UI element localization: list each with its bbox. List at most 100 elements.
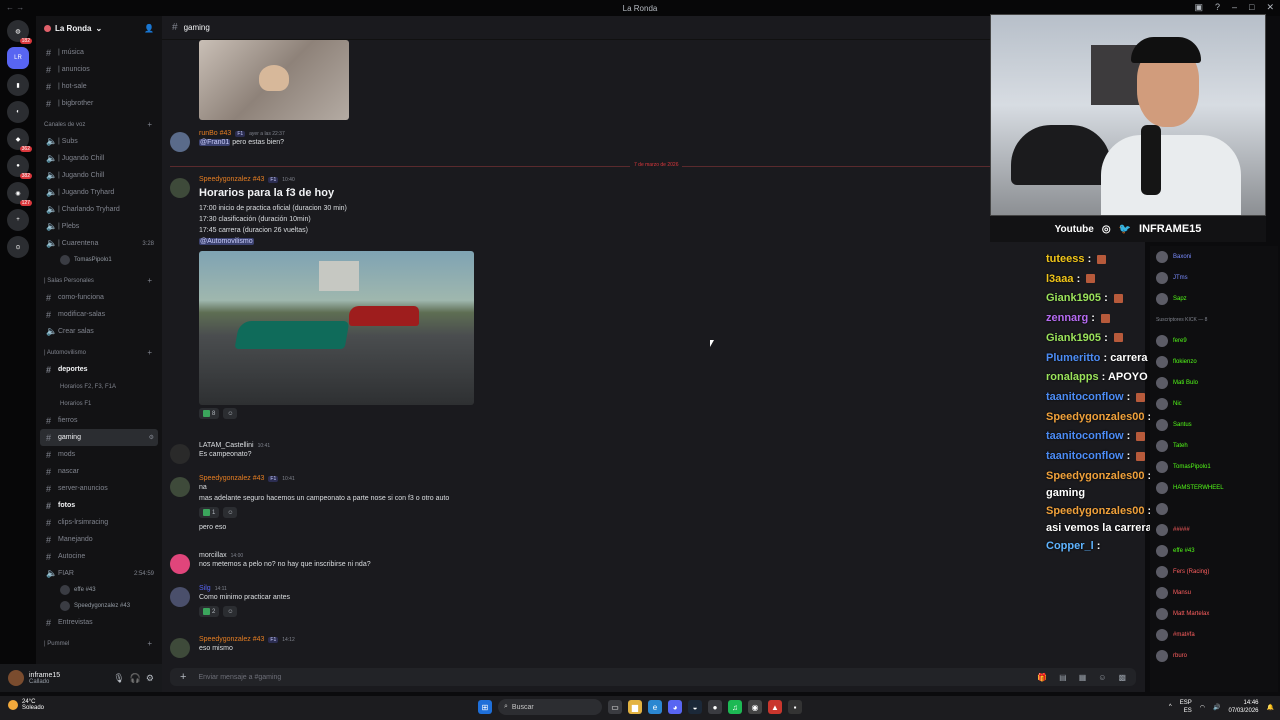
server-icon[interactable]: ◆ 362 [7,128,32,152]
settings-gear-icon[interactable]: ⚙ [146,673,154,684]
message-author[interactable]: LATAM_Castellini [199,442,254,449]
voice-channel[interactable]: 🔈 | Plebs [40,218,158,235]
back-arrow-icon[interactable]: ← → [6,3,24,12]
voice-channel[interactable]: 🔈 | Jugando Tryhard [40,184,158,201]
add-channel-icon[interactable]: + [147,276,152,285]
reaction-check[interactable]: 1 [199,507,220,518]
add-reaction-button[interactable]: ☺ [223,606,238,617]
task-view-icon[interactable]: ▭ [608,700,622,714]
avatar[interactable] [170,477,190,497]
voice-user[interactable]: effe #43 [40,582,158,598]
emoji-icon[interactable]: ☺ [1098,673,1106,682]
message-composer[interactable]: + Enviar mensaje a #gaming 🎁 ▤ ▦ ☺ ▩ [170,668,1136,686]
gif-icon[interactable]: ▤ [1059,673,1067,682]
channel-server-anuncios[interactable]: # server-anuncios [40,480,158,497]
thread-horarios-f1[interactable]: Horarios F1 [40,395,158,412]
server-icon[interactable]: ▮ [7,74,29,96]
chevron-up-icon[interactable]: ^ [1169,704,1172,710]
channel-fierros[interactable]: # fierros [40,412,158,429]
server-header[interactable]: La Ronda ⌄ 👤 [36,16,162,40]
channel-bigbrother[interactable]: # | bigbrother [40,95,158,112]
avatar[interactable] [170,638,190,658]
server-la-ronda[interactable]: LR [7,47,29,69]
reaction-check[interactable]: 2 [199,606,220,617]
channel-como-funciona[interactable]: # como-funciona [40,289,158,306]
channel-crear-salas[interactable]: 🔈 Crear salas [40,323,158,340]
category-pummel[interactable]: | Pummel + [40,635,158,652]
folder-icon[interactable]: ▆ [628,700,642,714]
add-channel-icon[interactable]: + [147,120,152,129]
gift-icon[interactable]: 🎁 [1037,673,1047,682]
category-automovilismo[interactable]: | Automovilismo + [40,344,158,361]
message-author[interactable]: Silg [199,585,211,592]
voice-channel[interactable]: 🔈 | Jugando Chill [40,167,158,184]
add-friend-icon[interactable]: 👤 [144,24,154,33]
category-salas[interactable]: | Salas Personales + [40,272,158,289]
channel-musica[interactable]: # | música [40,44,158,61]
microphone-icon[interactable]: 🎙 [113,673,124,684]
notification-icon[interactable]: 🔔 [1267,704,1274,711]
avatar[interactable] [170,554,190,574]
add-reaction-button[interactable]: ☺ [223,408,238,419]
channel-nascar[interactable]: # nascar [40,463,158,480]
voice-channel-fiar[interactable]: 🔈 FIAR 2:54:59 [40,565,158,582]
voice-user[interactable]: Speedygonzalez #43 [40,598,158,614]
mention[interactable]: @Automovilismo [199,238,254,245]
composer-placeholder[interactable]: Enviar mensaje a #gaming [198,674,281,681]
message-author[interactable]: Speedygonzalez #43 [199,636,264,643]
voice-channel[interactable]: 🔈 | Jugando Chill [40,150,158,167]
channel-anuncios[interactable]: # | anuncios [40,61,158,78]
steam-icon[interactable]: ◒ [688,700,702,714]
category-voice[interactable]: Canales de voz + [40,116,158,133]
channel-gaming[interactable]: # gaming ⚙ [40,429,158,446]
voice-channel[interactable]: 🔈 | Subs [40,133,158,150]
avatar[interactable] [170,178,190,198]
channel-clips[interactable]: # clips-lrsimracing [40,514,158,531]
direct-messages-icon[interactable]: ◍ 182 [7,20,32,44]
server-icon[interactable]: ● 382 [7,155,32,179]
channel-modificar-salas[interactable]: # modificar-salas [40,306,158,323]
channel-fotos[interactable]: # fotos [40,497,158,514]
avatar[interactable] [8,670,24,686]
clock[interactable]: 14:46 07/03/2026 [1228,699,1258,715]
channel-mods[interactable]: # mods [40,446,158,463]
message-author[interactable]: runBo #43 [199,130,231,137]
channel-entrevistas[interactable]: # Entrevistas [40,614,158,631]
settings-gear-icon[interactable]: ⚙ [149,434,154,441]
start-icon[interactable]: ⊞ [478,700,492,714]
help-icon[interactable]: ? [1215,2,1220,13]
voice-channel[interactable]: 🔈 | Cuarentena 3:28 [40,235,158,252]
voice-user[interactable]: TomasPipolo1 [40,252,158,268]
server-icon[interactable]: ◉ 127 [7,182,32,206]
close-button[interactable]: ✕ [1266,2,1274,13]
mention[interactable]: @Fran01 [199,139,231,146]
obs-icon[interactable]: ● [708,700,722,714]
headphones-icon[interactable]: 🎧 [130,673,141,684]
app-icon[interactable]: ▲ [768,700,782,714]
channel-deportes[interactable]: # deportes [40,361,158,378]
voice-channel[interactable]: 🔈 | Charlando Tryhard [40,201,158,218]
volume-icon[interactable]: 🔊 [1213,704,1220,711]
server-icon[interactable]: ◐ [7,101,29,123]
racing-screenshot-image[interactable] [199,251,474,405]
weather-widget[interactable]: 24°C Soleado [8,699,44,711]
add-reaction-button[interactable]: ☺ [223,507,238,518]
add-server-icon[interactable]: + [7,209,29,231]
message-author[interactable]: morcillax [199,552,227,559]
add-channel-icon[interactable]: + [147,348,152,357]
maximize-button[interactable]: □ [1249,2,1254,13]
edge-icon[interactable]: e [648,700,662,714]
discord-icon[interactable]: ◕ [668,700,682,714]
thread-horarios-f2[interactable]: Horarios F2, F3, F1A [40,378,158,395]
language-label[interactable]: ESP [1180,699,1192,707]
minimize-button[interactable]: – [1232,2,1237,13]
app-icon[interactable]: ▪ [788,700,802,714]
apps-icon[interactable]: ▩ [1118,673,1126,682]
message-author[interactable]: Speedygonzalez #43 [199,176,264,183]
sticker-icon[interactable]: ▦ [1079,673,1087,682]
add-attachment-icon[interactable]: + [180,671,186,683]
channel-autocine[interactable]: # Autocine [40,548,158,565]
avatar[interactable] [170,444,190,464]
spotify-icon[interactable]: ♫ [728,700,742,714]
channel-manejando[interactable]: # Manejando [40,531,158,548]
